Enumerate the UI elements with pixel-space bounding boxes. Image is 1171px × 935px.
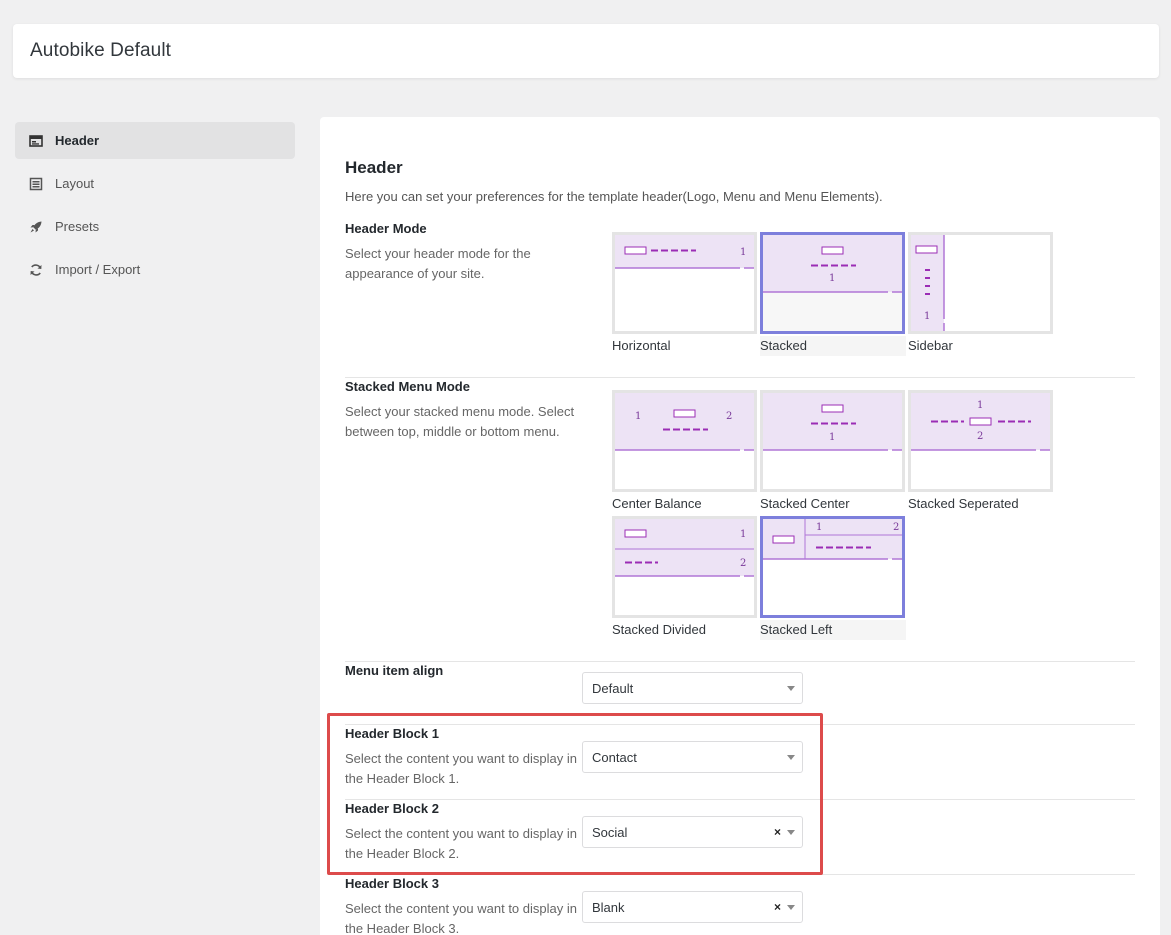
sidebar-item-label: Import / Export	[55, 262, 141, 277]
sidebar-layout-preview: 1	[911, 235, 945, 331]
stacked-menu-mode-description: Select your stacked menu mode. Select be…	[345, 404, 575, 439]
sidebar-item-header[interactable]: Header	[15, 122, 295, 159]
header-mode-horizontal-caption: Horizontal	[612, 338, 671, 353]
block-number-1: 1	[829, 273, 835, 284]
divider	[345, 661, 1135, 662]
settings-panel: Header Here you can set your preferences…	[320, 117, 1160, 935]
header-block-1-select[interactable]: Contact	[582, 741, 803, 773]
chevron-down-icon	[787, 686, 795, 691]
block-number-1: 1	[829, 432, 835, 443]
header-block-3-description: Select the content you want to display i…	[345, 901, 577, 935]
clear-icon[interactable]: ×	[774, 825, 781, 839]
menu-item-align-label: Menu item align	[345, 663, 444, 678]
stacked-center-balance-caption: Center Balance	[612, 496, 702, 511]
block-number-2: 2	[893, 522, 899, 533]
stacked-layout-preview: 1	[763, 235, 902, 331]
header-block-2-label: Header Block 2	[345, 801, 439, 816]
header-mode-stacked-option[interactable]: 1	[760, 232, 905, 334]
header-mode-description: Select your header mode for the appearan…	[345, 246, 531, 281]
header-block-3-label: Header Block 3	[345, 876, 439, 891]
stacked-seperated-preview: 1 2	[911, 393, 1050, 451]
block-number-1: 1	[740, 529, 746, 540]
refresh-icon	[30, 264, 42, 276]
divider	[345, 377, 1135, 378]
block-number-2: 2	[977, 431, 983, 442]
menu-item-align-value: Default	[592, 681, 634, 696]
header-block-3-value: Blank	[592, 900, 625, 915]
sidebar: Header Layout Presets Import / Export	[15, 122, 295, 294]
menu-item-align-select[interactable]: Default	[582, 672, 803, 704]
header-mode-stacked-caption: Stacked	[760, 336, 906, 356]
chevron-down-icon	[787, 905, 795, 910]
header-block-2-select[interactable]: Social ×	[582, 816, 803, 848]
chevron-down-icon	[787, 755, 795, 760]
stacked-divided-preview: 1 2	[615, 519, 754, 577]
stacked-left-preview: 1 2	[763, 519, 902, 560]
stacked-center-caption: Stacked Center	[760, 496, 850, 511]
stacked-center-option[interactable]: 1	[760, 390, 905, 492]
rocket-icon	[30, 221, 42, 233]
chevron-down-icon	[787, 830, 795, 835]
sidebar-item-import-export[interactable]: Import / Export	[15, 251, 295, 288]
divider	[345, 799, 1135, 800]
block-number-2: 2	[726, 411, 732, 422]
center-balance-preview: 1 2	[615, 393, 754, 451]
section-title: Header	[345, 158, 403, 177]
header-block-1-label: Header Block 1	[345, 726, 439, 741]
header-mode-horizontal-option[interactable]: 1	[612, 232, 757, 334]
divider	[345, 874, 1135, 875]
stacked-divided-option[interactable]: 1 2	[612, 516, 757, 618]
section-description: Here you can set your preferences for th…	[345, 189, 883, 204]
stacked-menu-mode-label: Stacked Menu Mode	[345, 379, 470, 394]
block-number-1: 1	[740, 247, 746, 258]
block-number-1: 1	[924, 311, 930, 322]
block-number-1: 1	[635, 411, 641, 422]
stacked-seperated-option[interactable]: 1 2	[908, 390, 1053, 492]
layout-icon	[29, 177, 43, 191]
stacked-center-preview: 1	[763, 393, 902, 451]
sidebar-item-label: Layout	[55, 176, 95, 191]
header-block-1-value: Contact	[592, 750, 637, 765]
top-bar: Autobike Default	[13, 24, 1159, 78]
sidebar-item-label: Header	[55, 133, 100, 148]
header-block-2-description: Select the content you want to display i…	[345, 826, 577, 861]
divider	[345, 724, 1135, 725]
stacked-seperated-caption: Stacked Seperated	[908, 496, 1019, 511]
block-number-1: 1	[816, 522, 822, 533]
clear-icon[interactable]: ×	[774, 900, 781, 914]
stacked-center-balance-option[interactable]: 1 2	[612, 390, 757, 492]
sidebar-item-presets[interactable]: Presets	[15, 208, 295, 245]
stacked-divided-caption: Stacked Divided	[612, 622, 706, 637]
stacked-left-caption: Stacked Left	[760, 620, 906, 640]
header-block-1-description: Select the content you want to display i…	[345, 751, 577, 786]
header-block-2-value: Social	[592, 825, 628, 840]
page-title: Autobike Default	[30, 40, 172, 61]
header-mode-sidebar-caption: Sidebar	[908, 338, 953, 353]
horizontal-layout-preview: 1	[615, 235, 754, 269]
sidebar-item-label: Presets	[55, 219, 100, 234]
header-mode-sidebar-option[interactable]: 1	[908, 232, 1053, 334]
block-number-1: 1	[977, 400, 983, 411]
sidebar-item-layout[interactable]: Layout	[15, 165, 295, 202]
header-mode-label: Header Mode	[345, 221, 427, 236]
stacked-left-option[interactable]: 1 2	[760, 516, 905, 618]
header-icon	[29, 135, 43, 147]
header-block-3-select[interactable]: Blank ×	[582, 891, 803, 923]
block-number-2: 2	[740, 558, 746, 569]
